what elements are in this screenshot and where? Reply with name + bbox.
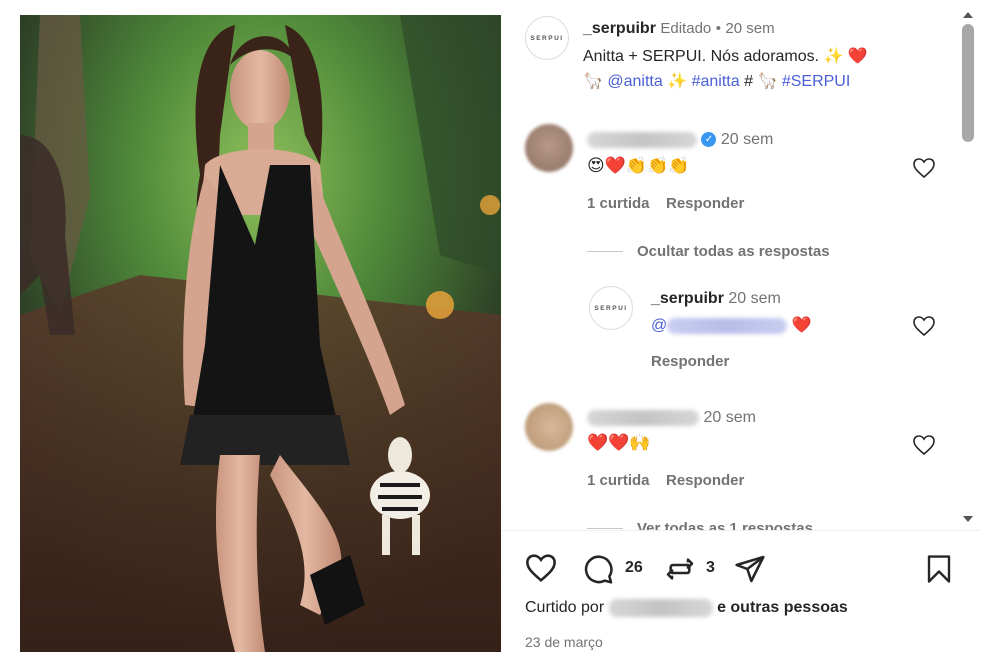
reply-emoji: ❤️: [791, 317, 812, 334]
comment-reply-button[interactable]: Responder: [666, 195, 744, 212]
comment-bubble-icon[interactable]: [582, 553, 614, 585]
scrollbar[interactable]: [958, 12, 976, 532]
reply-header: _serpuibr 20 sem: [651, 290, 781, 308]
commenter-avatar[interactable]: [525, 124, 573, 172]
comment-likes[interactable]: 1 curtida: [587, 472, 650, 489]
reply-like-heart-icon[interactable]: [912, 315, 936, 337]
liked-by-others[interactable]: e outras pessoas: [717, 599, 848, 616]
scrollbar-thumb[interactable]: [962, 24, 974, 142]
reply-mention[interactable]: @: [651, 317, 667, 334]
comment-time[interactable]: 20 sem: [721, 131, 773, 148]
commenter-avatar[interactable]: [525, 403, 573, 451]
comments-count: 26: [625, 559, 643, 576]
reposts-count: 3: [706, 559, 715, 576]
author-username[interactable]: _serpuibr: [583, 20, 656, 37]
hashtag-anitta[interactable]: #anitta: [692, 73, 740, 90]
blurred-username[interactable]: [587, 131, 697, 148]
reply-reply-button[interactable]: Responder: [651, 353, 729, 370]
comment-likes[interactable]: 1 curtida: [587, 195, 650, 212]
hashtag-serpui[interactable]: #SERPUI: [782, 73, 850, 90]
post-header: _serpuibr Editado • 20 sem: [583, 20, 775, 38]
comment-reply-button[interactable]: Responder: [666, 472, 744, 489]
comments-panel: SERPUI _serpuibr Editado • 20 sem Anitta…: [501, 0, 980, 667]
comments-scroll-area[interactable]: SERPUI _serpuibr Editado • 20 sem Anitta…: [501, 0, 956, 530]
comment-text: ❤️❤️🙌: [587, 433, 651, 452]
share-send-icon[interactable]: [733, 553, 767, 585]
comment-meta: 1 curtida Responder: [587, 195, 744, 213]
verified-badge-icon: ✓: [701, 132, 717, 148]
reply-time[interactable]: 20 sem: [728, 290, 780, 307]
replies-divider: [587, 528, 623, 529]
blurred-liker-name[interactable]: [608, 599, 713, 617]
liked-by-prefix: Curtido por: [525, 599, 605, 617]
sparkle-emoji-icon: ✨: [667, 73, 688, 90]
comment-meta: 1 curtida Responder: [587, 472, 744, 490]
comment-header: 20 sem: [587, 409, 756, 427]
hide-replies-button[interactable]: Ocultar todas as respostas: [637, 243, 830, 260]
caption-text: Anitta + SERPUI. Nós adoramos.: [583, 48, 820, 65]
blurred-mention[interactable]: [667, 317, 788, 334]
liked-by-line: Curtido por e outras pessoas: [525, 599, 848, 617]
blurred-username[interactable]: [587, 409, 699, 426]
reply-text: @ ❤️: [651, 315, 812, 335]
reply-username[interactable]: _serpuibr: [651, 290, 724, 307]
post-caption: Anitta + SERPUI. Nós adoramos. ✨ ❤️: [583, 46, 868, 66]
scroll-up-arrow-icon[interactable]: [963, 12, 973, 18]
post-time[interactable]: 20 sem: [725, 20, 774, 37]
comment-time[interactable]: 20 sem: [703, 409, 755, 426]
action-bar: 26 3: [501, 545, 956, 591]
replies-divider: [587, 251, 623, 252]
caption-tags: 🦙 @anitta ✨ #anitta # 🦙 #SERPUI: [583, 71, 850, 91]
llama-emoji-icon: 🦙: [757, 73, 778, 90]
post-photo-illustration: [20, 15, 501, 652]
comment-like-heart-icon[interactable]: [912, 434, 936, 456]
comment-header: ✓ 20 sem: [587, 131, 773, 149]
scroll-down-arrow-icon[interactable]: [963, 516, 973, 522]
reply-author-avatar[interactable]: SERPUI: [589, 286, 633, 330]
avatar-logo-text: SERPUI: [530, 34, 564, 42]
post-photo[interactable]: [20, 15, 501, 652]
comment-like-heart-icon[interactable]: [912, 157, 936, 179]
comment-text: 😍❤️👏👏👏: [587, 156, 690, 175]
hash-sign: #: [744, 73, 753, 90]
view-replies-button[interactable]: Ver todas as 1 respostas: [637, 520, 813, 530]
bookmark-save-icon[interactable]: [924, 553, 954, 585]
panel-divider: [501, 530, 980, 531]
avatar-logo-text: SERPUI: [594, 304, 628, 312]
repost-icon[interactable]: [664, 553, 696, 585]
post-date[interactable]: 23 de março: [525, 634, 603, 650]
author-avatar[interactable]: SERPUI: [525, 16, 569, 60]
header-dot: •: [715, 20, 721, 37]
llama-emoji-icon: 🦙: [583, 73, 603, 90]
caption-emojis: ✨ ❤️: [823, 48, 868, 65]
mention-link[interactable]: @anitta: [607, 73, 662, 90]
edited-label: Editado: [660, 20, 712, 37]
like-heart-icon[interactable]: [524, 553, 558, 583]
